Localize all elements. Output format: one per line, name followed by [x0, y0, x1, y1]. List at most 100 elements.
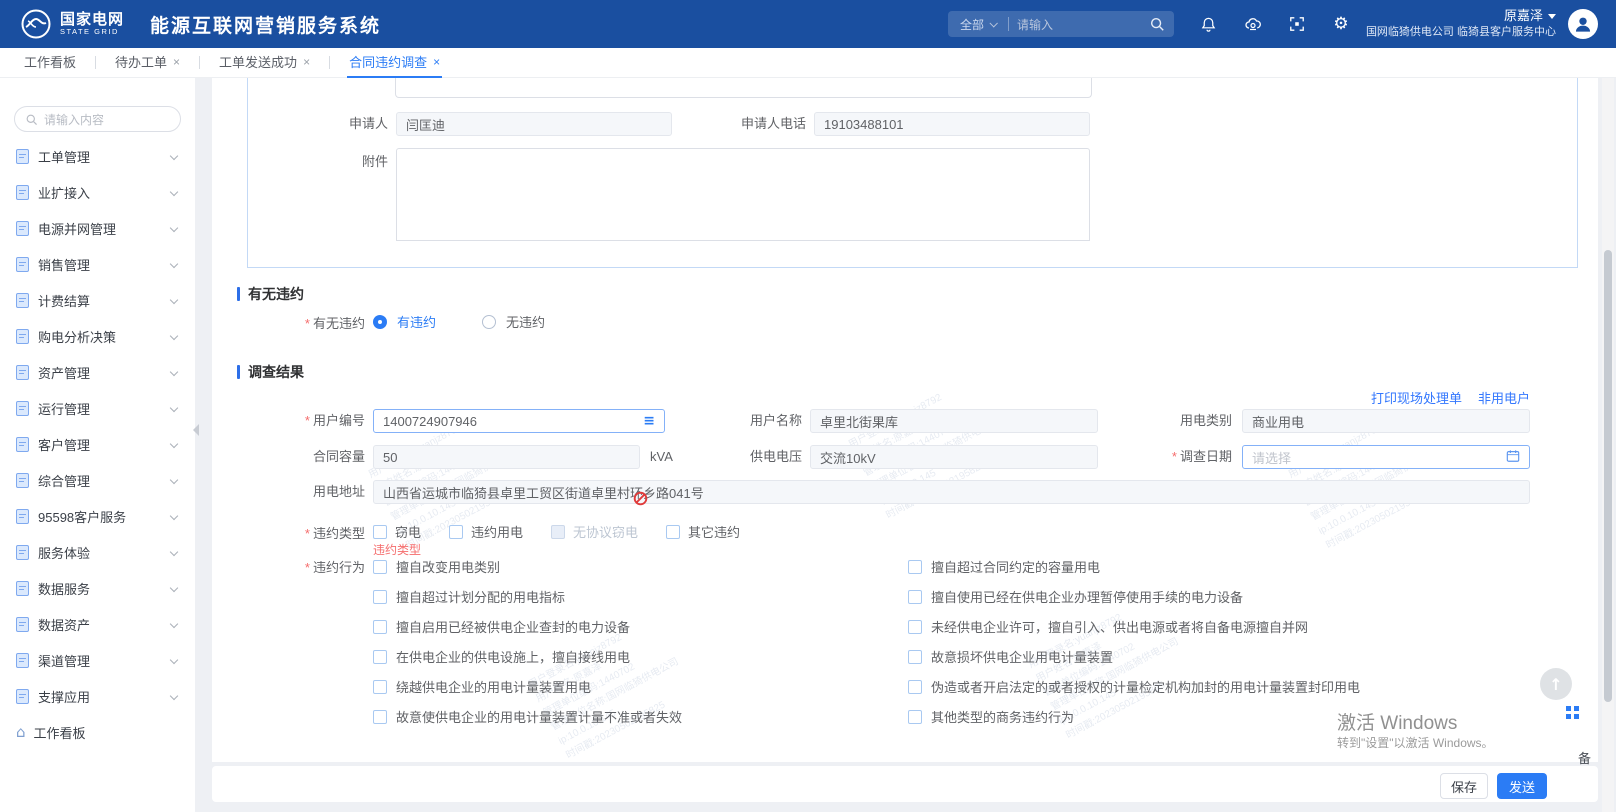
checkbox-icon[interactable] — [908, 560, 922, 574]
checkbox-icon[interactable] — [373, 650, 387, 664]
behavior-checkbox-row[interactable]: 故意使供电企业的用电计量装置计量不准或者失效 — [373, 706, 682, 727]
calendar-icon[interactable] — [1506, 449, 1520, 466]
save-button[interactable]: 保存 — [1440, 773, 1488, 799]
tab-contract-violation-survey[interactable]: 合同违约调查 × — [347, 48, 442, 78]
behavior-checkbox-row[interactable]: 擅自改变用电类别 — [373, 556, 682, 577]
document-icon — [16, 293, 29, 308]
checkbox-icon[interactable] — [373, 525, 387, 539]
sidebar-item-shujufuwu[interactable]: 数据服务 — [0, 570, 195, 606]
behavior-checkbox-row[interactable]: 擅自超过计划分配的用电指标 — [373, 586, 682, 607]
sidebar-item-workboard[interactable]: ⌂工作看板 — [0, 714, 195, 750]
checkbox-icon[interactable] — [666, 525, 680, 539]
checkbox-qita-weiyue[interactable]: 其它违约 — [666, 522, 740, 541]
sidebar-item-kehu[interactable]: 客户管理 — [0, 426, 195, 462]
widget-grid-icon[interactable] — [1566, 706, 1579, 719]
non-elec-user-link[interactable]: 非用电户 — [1478, 388, 1530, 407]
elec-category-field[interactable]: 商业用电 — [1242, 409, 1530, 433]
tab-order-sent[interactable]: 工单发送成功 × — [217, 48, 312, 78]
radio-selected-icon[interactable] — [373, 315, 387, 329]
fullscreen-scan-icon[interactable] — [1288, 15, 1306, 33]
cloud-icon[interactable] — [1244, 15, 1262, 33]
sidebar-item-zhicheng[interactable]: 支撑应用 — [0, 678, 195, 714]
behavior-checkbox-row[interactable]: 擅自启用已经被供电企业查封的电力设备 — [373, 616, 682, 637]
print-field-order-link[interactable]: 打印现场处理单 — [1371, 388, 1462, 407]
user-block[interactable]: 原嘉泽 国网临猗供电公司 临猗县客户服务中心 — [1366, 8, 1556, 40]
radio-option-yes[interactable]: 有违约 — [397, 312, 436, 331]
checkbox-icon[interactable] — [908, 680, 922, 694]
chevron-down-icon — [170, 296, 178, 304]
sidebar-item-yekuo[interactable]: 业扩接入 — [0, 174, 195, 210]
radio-unselected-icon[interactable] — [482, 315, 496, 329]
bell-icon[interactable] — [1200, 15, 1218, 33]
document-icon — [16, 257, 29, 272]
global-search[interactable]: 全部 请输入 — [948, 11, 1174, 37]
checkbox-icon[interactable] — [908, 710, 922, 724]
behavior-checkbox-row[interactable]: 在供电企业的供电设施上，擅自接线用电 — [373, 646, 682, 667]
behavior-checkbox-row[interactable]: 擅自使用已经在供电企业办理暂停使用手续的电力设备 — [908, 586, 1360, 607]
checkbox-icon[interactable] — [908, 620, 922, 634]
sidebar-item-zichan[interactable]: 资产管理 — [0, 354, 195, 390]
user-no-field[interactable]: 1400724907946≡ — [373, 409, 665, 433]
tab-pending-orders[interactable]: 待办工单 × — [113, 48, 182, 78]
close-icon[interactable]: × — [433, 55, 440, 69]
scrollbar-thumb[interactable] — [1604, 250, 1612, 702]
radio-option-no[interactable]: 无违约 — [506, 312, 545, 331]
checkbox-icon[interactable] — [449, 525, 463, 539]
truncated-input[interactable] — [395, 78, 1092, 98]
checkbox-icon[interactable] — [373, 620, 387, 634]
tab-work-board[interactable]: 工作看板 — [22, 48, 78, 78]
survey-date-label: *调查日期 — [1122, 445, 1232, 469]
close-icon[interactable]: × — [303, 55, 310, 69]
avatar[interactable] — [1568, 9, 1598, 39]
edge-partial-text: 备 — [1578, 748, 1591, 767]
applicant-field[interactable]: 闫匡迪 — [396, 112, 672, 136]
sidebar-item-shujuzichan[interactable]: 数据资产 — [0, 606, 195, 642]
attachment-upload-area[interactable] — [396, 148, 1090, 180]
chevron-down-icon — [170, 548, 178, 556]
sidebar-item-fuwu[interactable]: 服务体验 — [0, 534, 195, 570]
user-name-field[interactable]: 卓里北街果库 — [810, 409, 1098, 433]
checkbox-icon[interactable] — [373, 560, 387, 574]
sidebar-item-qudao[interactable]: 渠道管理 — [0, 642, 195, 678]
sidebar-item-95598[interactable]: 95598客户服务 — [0, 498, 195, 534]
sidebar-item-gongdan[interactable]: 工单管理 — [0, 138, 195, 174]
sidebar-item-jifei[interactable]: 计费结算 — [0, 282, 195, 318]
checkbox-icon[interactable] — [373, 710, 387, 724]
sidebar-item-zonghe[interactable]: 综合管理 — [0, 462, 195, 498]
survey-date-field[interactable]: 请选择 — [1242, 445, 1530, 469]
sidebar-item-dianyuan[interactable]: 电源并网管理 — [0, 210, 195, 246]
checkbox-disabled-icon — [551, 525, 565, 539]
behavior-checkbox-row[interactable]: 其他类型的商务违约行为 — [908, 706, 1360, 727]
sidebar-item-goudian[interactable]: 购电分析决策 — [0, 318, 195, 354]
supply-voltage-field[interactable]: 交流10kV — [810, 445, 1098, 469]
checkbox-qiedian[interactable]: 窃电 — [373, 522, 421, 541]
applicant-phone-field[interactable]: 19103488101 — [814, 112, 1090, 136]
behavior-checkbox-row[interactable]: 擅自超过合同约定的容量用电 — [908, 556, 1360, 577]
tab-divider — [95, 56, 96, 69]
sidebar-item-yunxing[interactable]: 运行管理 — [0, 390, 195, 426]
checkbox-icon[interactable] — [373, 680, 387, 694]
checkbox-icon[interactable] — [373, 590, 387, 604]
contract-capacity-field[interactable]: 50 — [373, 445, 640, 469]
chevron-down-icon — [170, 512, 178, 520]
elec-address-field[interactable]: 山西省运城市临猗县卓里工贸区街道卓里村环乡路041号 — [373, 480, 1530, 504]
sidebar-item-xiaoshou[interactable]: 销售管理 — [0, 246, 195, 282]
search-icon[interactable] — [1148, 15, 1166, 33]
checkbox-icon[interactable] — [908, 590, 922, 604]
checkbox-icon[interactable] — [908, 650, 922, 664]
sidebar-search-input[interactable]: 请输入内容 — [14, 106, 181, 132]
close-icon[interactable]: × — [173, 55, 180, 69]
sidebar-collapse-icon[interactable] — [193, 424, 199, 436]
back-to-top-button[interactable]: ↑ — [1540, 668, 1572, 700]
search-icon — [25, 113, 38, 126]
behavior-checkbox-row[interactable]: 伪造或者开启法定的或者授权的计量检定机构加封的用电计量装置封印用电 — [908, 676, 1360, 697]
list-picker-icon[interactable]: ≡ — [643, 413, 655, 429]
gear-icon[interactable]: ⚙ — [1332, 15, 1350, 33]
search-input[interactable]: 请输入 — [1017, 16, 1148, 33]
behavior-checkbox-row[interactable]: 绕越供电企业的用电计量装置用电 — [373, 676, 682, 697]
behavior-checkbox-row[interactable]: 故意损坏供电企业用电计量装置 — [908, 646, 1360, 667]
send-button[interactable]: 发送 — [1497, 773, 1547, 799]
search-scope-select[interactable]: 全部 — [956, 16, 1000, 33]
behavior-checkbox-row[interactable]: 未经供电企业许可，擅自引入、供出电源或者将自备电源擅自并网 — [908, 616, 1360, 637]
checkbox-weiyue-yongdian[interactable]: 违约用电 — [449, 522, 523, 541]
